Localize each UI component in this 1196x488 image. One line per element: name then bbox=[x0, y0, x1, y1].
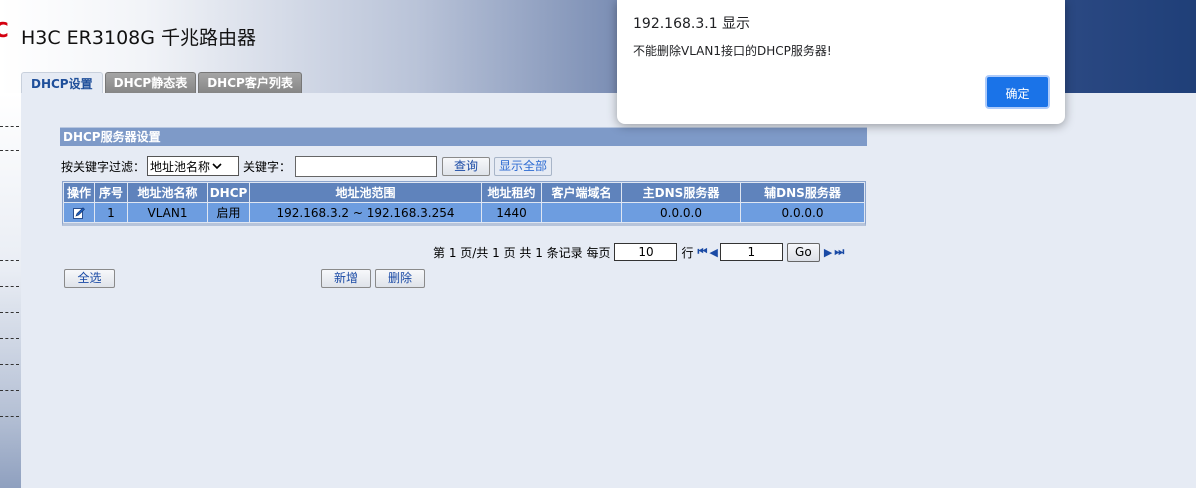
tab-dhcp-settings[interactable]: DHCP设置 bbox=[21, 72, 103, 94]
row-action-cell bbox=[63, 202, 95, 223]
left-navigation-strip bbox=[0, 93, 21, 488]
col-header-action: 操作 bbox=[63, 182, 95, 203]
dhcp-pool-table: 操作 序号 地址池名称 DHCP 地址池范围 地址租约 客户端域名 主DNS服务… bbox=[62, 181, 866, 226]
section-title: DHCP服务器设置 bbox=[60, 127, 867, 146]
dialog-title: 192.168.3.1 显示 bbox=[633, 16, 751, 32]
previous-page-icon[interactable]: ◀ bbox=[709, 246, 718, 259]
main-content: DHCP服务器设置 按关键字过滤： 地址池名称 关键字： 查询 显示全部 操作 … bbox=[21, 93, 1196, 488]
row-pool-range: 192.168.3.2 ~ 192.168.3.254 bbox=[249, 202, 482, 223]
row-pool-name: VLAN1 bbox=[127, 202, 208, 223]
page-number-input[interactable]: 1 bbox=[719, 243, 783, 261]
h3c-logo: C bbox=[0, 18, 9, 42]
col-header-secondary-dns: 辅DNS服务器 bbox=[740, 182, 865, 203]
nav-divider bbox=[0, 390, 19, 391]
nav-divider bbox=[0, 126, 19, 127]
table-row: 1 VLAN1 启用 192.168.3.2 ~ 192.168.3.254 1… bbox=[63, 202, 865, 223]
product-title: H3C ER3108G 千兆路由器 bbox=[21, 27, 257, 49]
nav-divider bbox=[0, 364, 19, 365]
nav-divider bbox=[0, 312, 19, 313]
next-page-icon[interactable]: ▶ bbox=[824, 246, 833, 259]
keyword-input[interactable] bbox=[295, 155, 438, 177]
tab-dhcp-static-table[interactable]: DHCP静态表 bbox=[104, 72, 197, 93]
filter-label: 按关键字过滤： bbox=[61, 159, 146, 174]
dialog-message: 不能删除VLAN1接口的DHCP服务器! bbox=[633, 44, 832, 58]
first-page-icon[interactable]: ⏮ bbox=[697, 245, 707, 259]
nav-divider bbox=[0, 338, 19, 339]
tab-dhcp-client-list[interactable]: DHCP客户列表 bbox=[198, 72, 302, 93]
nav-divider bbox=[0, 286, 19, 287]
col-header-pool-range: 地址池范围 bbox=[249, 182, 482, 203]
delete-button[interactable]: 删除 bbox=[375, 269, 425, 288]
page-summary: 第 1 页/共 1 页 共 1 条记录 每页 bbox=[433, 245, 611, 260]
chevron-down-icon bbox=[212, 163, 222, 170]
pagination: 第 1 页/共 1 页 共 1 条记录 每页 10 行 ⏮ ⏮ ◀ 1 Go ▶… bbox=[433, 241, 844, 263]
nav-divider bbox=[0, 416, 19, 417]
filter-field-select[interactable]: 地址池名称 bbox=[147, 156, 240, 176]
show-all-button[interactable]: 显示全部 bbox=[494, 156, 553, 176]
col-header-lease: 地址租约 bbox=[481, 182, 542, 203]
row-index: 1 bbox=[94, 202, 128, 223]
table-header-row: 操作 序号 地址池名称 DHCP 地址池范围 地址租约 客户端域名 主DNS服务… bbox=[63, 182, 865, 203]
alert-dialog: 192.168.3.1 显示 不能删除VLAN1接口的DHCP服务器! 确定 bbox=[617, 0, 1065, 124]
row-client-domain bbox=[541, 202, 622, 223]
per-page-input[interactable]: 10 bbox=[614, 243, 678, 261]
rows-unit-label: 行 bbox=[681, 245, 694, 260]
dialog-ok-button[interactable]: 确定 bbox=[985, 75, 1050, 109]
query-button[interactable]: 查询 bbox=[442, 156, 491, 176]
row-primary-dns: 0.0.0.0 bbox=[621, 202, 741, 223]
filter-row: 按关键字过滤： 地址池名称 关键字： 查询 显示全部 bbox=[61, 155, 553, 177]
col-header-client-domain: 客户端域名 bbox=[541, 182, 622, 203]
col-header-pool-name: 地址池名称 bbox=[127, 182, 208, 203]
row-dhcp-status: 启用 bbox=[207, 202, 250, 223]
filter-select-value: 地址池名称 bbox=[150, 159, 211, 174]
row-secondary-dns: 0.0.0.0 bbox=[740, 202, 865, 223]
nav-divider bbox=[0, 260, 19, 261]
nav-divider bbox=[0, 150, 19, 151]
edit-icon[interactable] bbox=[73, 207, 85, 219]
add-button[interactable]: 新增 bbox=[321, 269, 371, 288]
last-page-icon[interactable]: ⏭ bbox=[834, 245, 844, 259]
row-lease: 1440 bbox=[481, 202, 542, 223]
col-header-primary-dns: 主DNS服务器 bbox=[621, 182, 741, 203]
col-header-dhcp: DHCP bbox=[207, 182, 250, 203]
col-header-index: 序号 bbox=[94, 182, 128, 203]
keyword-label: 关键字： bbox=[243, 159, 292, 174]
tab-bar: DHCP设置 DHCP静态表 DHCP客户列表 bbox=[21, 72, 302, 94]
select-all-button[interactable]: 全选 bbox=[64, 269, 115, 288]
go-button[interactable]: Go bbox=[786, 242, 820, 262]
